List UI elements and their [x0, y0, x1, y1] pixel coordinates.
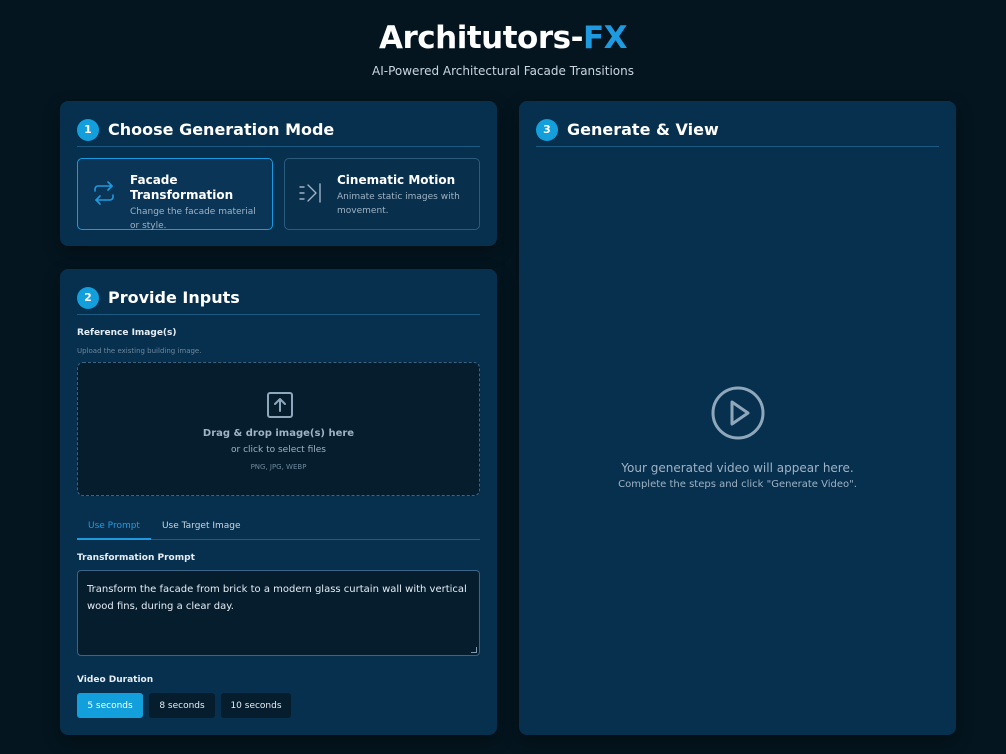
play-icon	[711, 386, 764, 440]
duration-options: 5 seconds 8 seconds 10 seconds	[77, 693, 297, 718]
tab-use-prompt[interactable]: Use Prompt	[77, 515, 151, 540]
mode-card-facade-transformation[interactable]: Facade Transformation Change the facade …	[77, 158, 273, 231]
app-title-main: Architutors-	[378, 20, 583, 56]
mode-name: Cinematic Motion	[337, 173, 456, 187]
app-title: Architutors-FX	[0, 18, 1006, 58]
dropzone-text: Drag & drop image(s) here	[202, 428, 355, 439]
motion-arrow-icon	[299, 183, 321, 203]
transformation-prompt-label: Transformation Prompt	[77, 553, 195, 563]
swap-arrows-icon	[94, 181, 114, 205]
input-tabs: Use Prompt Use Target Image	[77, 515, 480, 540]
upload-icon	[267, 392, 293, 418]
mode-description: Animate static images with movement.	[337, 192, 460, 216]
app-title-accent: FX	[582, 20, 628, 56]
panel-title: Choose Generation Mode	[108, 120, 335, 139]
mode-description: Change the facade material or style.	[130, 207, 256, 231]
app-subtitle: AI-Powered Architectural Facade Transiti…	[372, 64, 634, 78]
reference-images-hint: Upload the existing building image.	[77, 347, 202, 355]
prompt-text: Transform the facade from brick to a mod…	[87, 584, 467, 612]
app-header: Architutors-FX AI-Powered Architectural …	[0, 18, 1006, 78]
placeholder-text: Your generated video will appear here.	[621, 461, 854, 475]
reference-images-label: Reference Image(s)	[77, 328, 177, 338]
dropzone-file-types: PNG, JPG, WEBP	[250, 463, 307, 471]
dropzone-subtext: or click to select files	[231, 445, 326, 455]
image-dropzone[interactable]: Drag & drop image(s) here or click to se…	[77, 362, 480, 496]
placeholder-subtext: Complete the steps and click "Generate V…	[618, 479, 857, 490]
step-badge: 2	[77, 286, 99, 309]
panel-title: Provide Inputs	[108, 288, 240, 307]
panel-header: 2 Provide Inputs	[77, 285, 480, 315]
generate-view-panel: 3 Generate & View Your generated video w…	[519, 101, 956, 735]
tab-use-target-image[interactable]: Use Target Image	[151, 515, 252, 540]
video-placeholder: Your generated video will appear here. C…	[519, 385, 956, 490]
video-duration-label: Video Duration	[77, 675, 154, 685]
mode-card-cinematic-motion[interactable]: Cinematic Motion Animate static images w…	[284, 158, 480, 230]
duration-8-seconds-button[interactable]: 8 seconds	[149, 693, 215, 718]
duration-5-seconds-button[interactable]: 5 seconds	[77, 693, 143, 718]
step-badge: 3	[536, 118, 558, 141]
duration-10-seconds-button[interactable]: 10 seconds	[221, 693, 291, 718]
panel-header: 3 Generate & View	[536, 117, 939, 147]
provide-inputs-panel: 2 Provide Inputs Reference Image(s) Uplo…	[60, 269, 497, 735]
panel-header: 1 Choose Generation Mode	[77, 117, 480, 147]
step-badge: 1	[77, 118, 99, 141]
generation-mode-panel: 1 Choose Generation Mode Facade Transfor…	[60, 101, 497, 246]
panel-title: Generate & View	[567, 120, 719, 139]
resize-handle[interactable]	[471, 647, 477, 653]
mode-name: Facade Transformation	[130, 173, 234, 202]
transformation-prompt-textarea[interactable]: Transform the facade from brick to a mod…	[77, 570, 480, 656]
